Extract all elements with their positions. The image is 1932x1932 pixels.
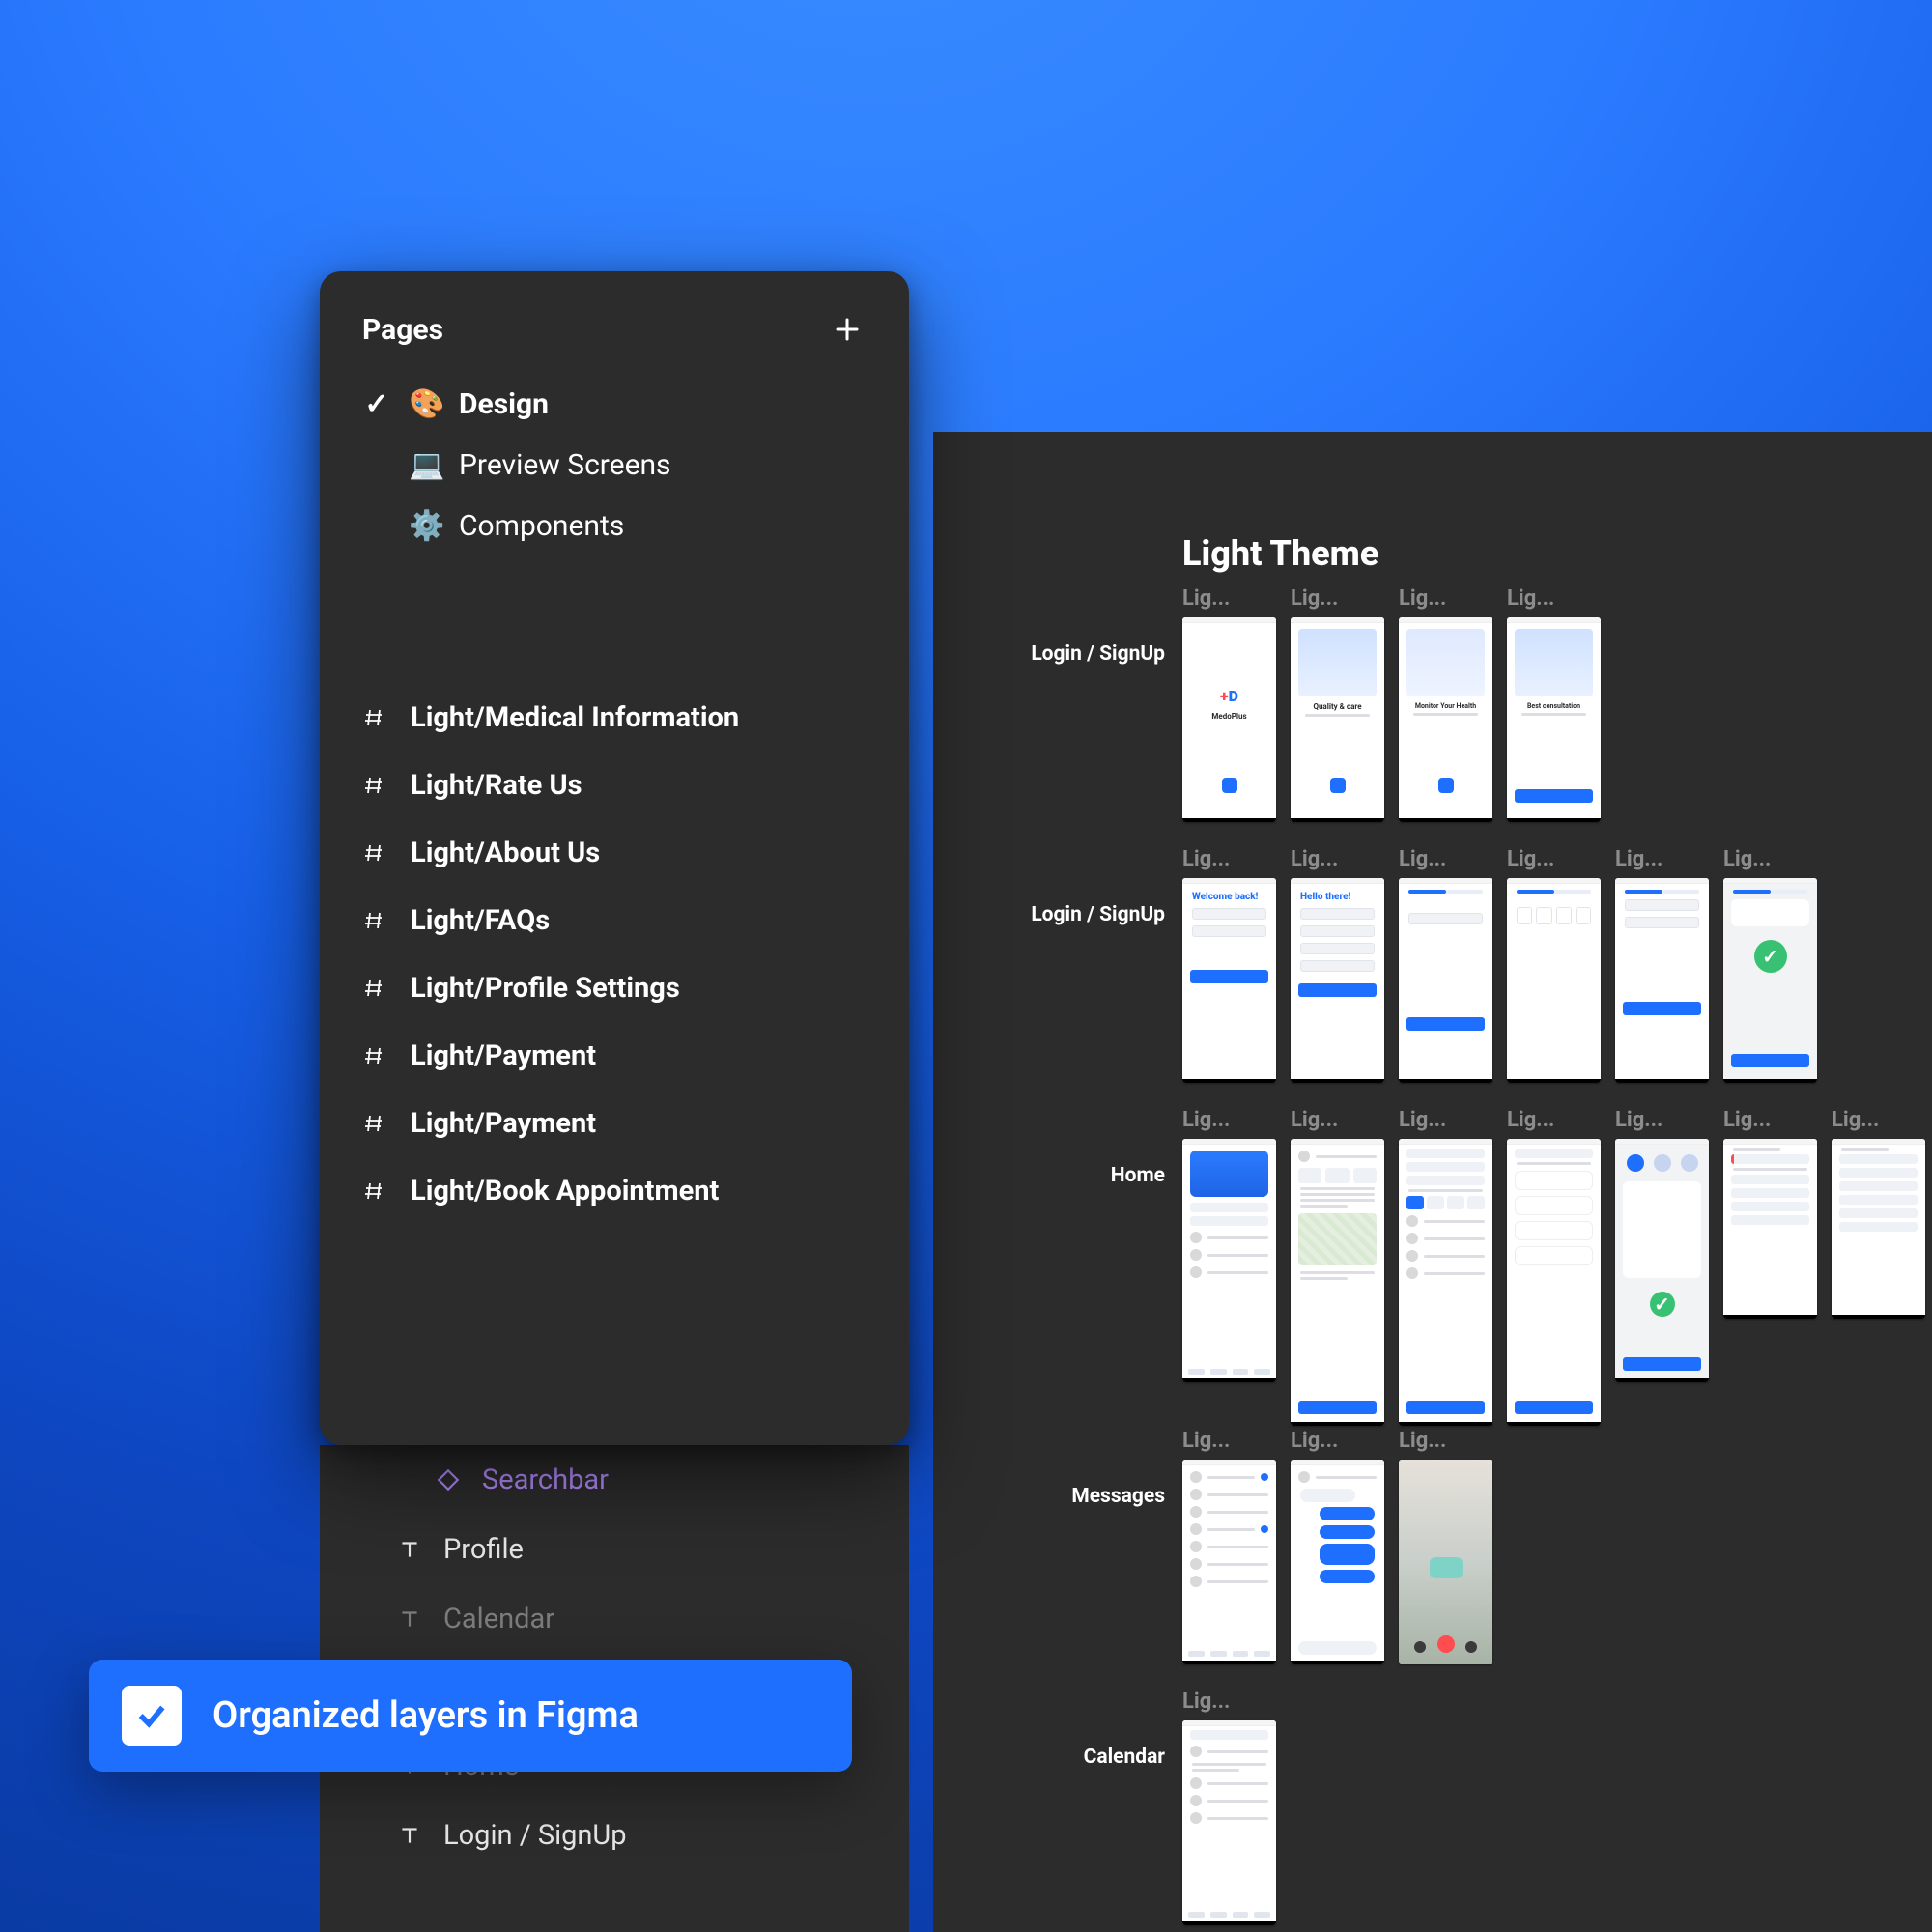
page-list: ✓ 🎨 Design 💻 Preview Screens ⚙️ Componen… bbox=[320, 366, 909, 595]
section-title: Messages bbox=[981, 1485, 1165, 1508]
frame-thumb[interactable]: Lig... bbox=[1399, 1429, 1492, 1664]
frame-thumb[interactable]: Lig...Hello there! bbox=[1291, 847, 1384, 1083]
frame-thumb[interactable]: Lig... bbox=[1723, 847, 1817, 1083]
layer-login-signup[interactable]: Login / SignUp bbox=[320, 1801, 909, 1870]
frame-thumb[interactable]: Lig... bbox=[1832, 1108, 1925, 1426]
frame-item[interactable]: Light/Profile Settings bbox=[320, 954, 909, 1022]
frame-label: Light/Book Appointment bbox=[411, 1175, 719, 1208]
frame-label: Light/Profile Settings bbox=[411, 972, 680, 1005]
frame-thumb[interactable]: Lig... Quality & care bbox=[1291, 586, 1384, 822]
frame-thumb[interactable]: Lig... bbox=[1615, 847, 1709, 1083]
text-icon bbox=[397, 1823, 422, 1848]
thumb-label: Lig... bbox=[1182, 586, 1230, 611]
frame-thumb[interactable]: Lig... bbox=[1291, 1108, 1384, 1426]
text-icon bbox=[397, 1606, 422, 1632]
frame-icon bbox=[362, 909, 389, 932]
frame-label: Light/Rate Us bbox=[411, 769, 582, 802]
page-label: Preview Screens bbox=[459, 448, 671, 482]
page-design[interactable]: ✓ 🎨 Design bbox=[341, 374, 888, 435]
frame-item[interactable]: Light/Rate Us bbox=[320, 752, 909, 819]
frame-label: Light/About Us bbox=[411, 837, 600, 869]
page-label: Design bbox=[459, 387, 549, 421]
frame-thumb[interactable]: Lig... bbox=[1182, 1108, 1276, 1426]
frame-icon bbox=[362, 977, 389, 1000]
frame-item[interactable]: Light/Book Appointment bbox=[320, 1157, 909, 1225]
section-title: Login / SignUp bbox=[981, 903, 1165, 926]
pages-title: Pages bbox=[362, 313, 443, 347]
page-emoji: ⚙️ bbox=[409, 509, 441, 543]
thumb-label: Lig... bbox=[1399, 586, 1446, 611]
frame-thumb[interactable]: Lig... Monitor Your Health bbox=[1399, 586, 1492, 822]
frame-icon bbox=[362, 1044, 389, 1067]
frame-icon bbox=[362, 1112, 389, 1135]
frame-thumb[interactable]: Lig... bbox=[1399, 1108, 1492, 1426]
page-emoji: 💻 bbox=[409, 448, 441, 482]
layer-profile[interactable]: Profile bbox=[320, 1515, 909, 1584]
callout-text: Organized layers in Figma bbox=[213, 1694, 639, 1737]
frame-item[interactable]: Light/FAQs bbox=[320, 887, 909, 954]
section-title: Login / SignUp bbox=[981, 642, 1165, 666]
frame-thumb[interactable]: Lig... bbox=[1615, 1108, 1709, 1426]
section-title: Calendar bbox=[981, 1746, 1165, 1769]
frame-item[interactable]: Light/Medical Information bbox=[320, 684, 909, 752]
frame-icon bbox=[362, 841, 389, 865]
frame-item[interactable]: Light/Payment bbox=[320, 1022, 909, 1090]
layer-label: Login / SignUp bbox=[443, 1819, 627, 1852]
section-title: Home bbox=[981, 1164, 1165, 1187]
callout-chip: Organized layers in Figma bbox=[89, 1660, 852, 1772]
page-preview-screens[interactable]: 💻 Preview Screens bbox=[341, 435, 888, 496]
frame-thumb[interactable]: Lig... bbox=[1507, 847, 1601, 1083]
frame-thumb[interactable]: Lig... bbox=[1182, 1690, 1276, 1925]
frame-label: Light/Payment bbox=[411, 1107, 596, 1140]
frame-icon bbox=[362, 774, 389, 797]
add-page-button[interactable] bbox=[828, 310, 867, 349]
layer-label: Searchbar bbox=[482, 1463, 609, 1496]
page-label: Components bbox=[459, 509, 624, 543]
layer-calendar[interactable]: Calendar bbox=[320, 1584, 909, 1654]
frame-thumb[interactable]: Lig... bbox=[1723, 1108, 1817, 1426]
frame-thumb[interactable]: Lig...Welcome back! bbox=[1182, 847, 1276, 1083]
pages-panel: Pages ✓ 🎨 Design 💻 Preview Screens ⚙️ Co… bbox=[320, 271, 909, 1445]
frame-thumb[interactable]: Lig... +D MedoPlus bbox=[1182, 586, 1276, 822]
checkbox-icon bbox=[122, 1686, 182, 1746]
text-icon bbox=[397, 1537, 422, 1562]
frame-thumb[interactable]: Lig... bbox=[1291, 1429, 1384, 1664]
layer-searchbar[interactable]: Searchbar bbox=[320, 1445, 909, 1515]
layer-label: Calendar bbox=[443, 1603, 554, 1635]
frame-thumb[interactable]: Lig... bbox=[1182, 1429, 1276, 1664]
component-icon bbox=[436, 1467, 461, 1492]
frame-item[interactable]: Light/About Us bbox=[320, 819, 909, 887]
thumb-label: Lig... bbox=[1507, 586, 1554, 611]
frame-item[interactable]: Light/Payment bbox=[320, 1090, 909, 1157]
frame-thumb[interactable]: Lig... Best consultation bbox=[1507, 586, 1601, 822]
frames-list: Light/Medical Information Light/Rate Us … bbox=[320, 684, 909, 1235]
frame-icon bbox=[362, 1179, 389, 1203]
page-components[interactable]: ⚙️ Components bbox=[341, 496, 888, 556]
frame-label: Light/Payment bbox=[411, 1039, 596, 1072]
check-icon: ✓ bbox=[362, 387, 391, 421]
page-emoji: 🎨 bbox=[409, 387, 441, 421]
frame-label: Light/Medical Information bbox=[411, 701, 739, 734]
thumb-label: Lig... bbox=[1291, 586, 1338, 611]
canvas-title: Light Theme bbox=[1182, 533, 1378, 574]
frame-icon bbox=[362, 706, 389, 729]
frame-label: Light/FAQs bbox=[411, 904, 550, 937]
frame-thumb[interactable]: Lig... bbox=[1399, 847, 1492, 1083]
canvas-panel[interactable]: Light Theme Login / SignUp Lig... +D Med… bbox=[933, 432, 1932, 1932]
frame-thumb[interactable]: Lig... bbox=[1507, 1108, 1601, 1426]
layer-label: Profile bbox=[443, 1533, 524, 1566]
